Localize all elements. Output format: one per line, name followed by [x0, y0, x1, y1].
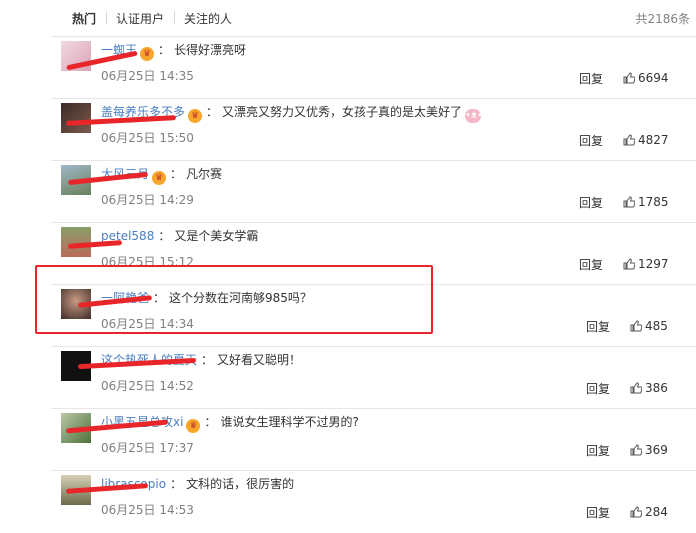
pig-emoji-icon: •ᴥ• [465, 109, 483, 123]
thumbs-up-icon [623, 258, 635, 270]
comment-time: 06月25日 14:35 [101, 69, 194, 83]
comment-time: 06月25日 17:37 [101, 441, 194, 455]
comment-item: librascopio：文科的话，很厉害的 06月25日 14:53 回复 28… [51, 470, 696, 533]
like-button[interactable]: 1785 [623, 195, 669, 209]
comment-line: petel588：又是个美女学霸 [101, 229, 259, 243]
comment-time: 06月25日 14:29 [101, 193, 194, 207]
crown-icon: ♛ [186, 419, 201, 433]
comment-item: 这个热死人的夏天：又好看又聪明！ 06月25日 14:52 回复 386 [51, 346, 696, 409]
reply-button[interactable]: 回复 [579, 132, 603, 149]
crown-icon: ♛ [188, 109, 203, 123]
tab-verified-users[interactable]: 认证用户 [116, 10, 164, 27]
thumbs-up-icon [623, 72, 635, 84]
comment-time: 06月25日 14:53 [101, 503, 194, 517]
like-button[interactable]: 485 [630, 319, 668, 333]
like-button[interactable]: 6694 [623, 71, 669, 85]
like-button[interactable]: 4827 [623, 133, 669, 147]
thumbs-up-icon [630, 506, 642, 518]
total-count: 共2186条 [635, 12, 690, 26]
comment-item: 一蜘王 ♛：长得好漂亮呀 06月25日 14:35 回复 6694 [51, 36, 696, 99]
like-button[interactable]: 1297 [623, 257, 669, 271]
like-button[interactable]: 284 [630, 505, 668, 519]
comment-text: 谁说女生理科学不过男的? [220, 415, 359, 429]
thumbs-up-icon [630, 444, 642, 456]
comment-text: 文科的话，很厉害的 [186, 477, 295, 491]
reply-button[interactable]: 回复 [586, 442, 610, 459]
avatar[interactable] [61, 103, 91, 133]
comment-text: 凡尔赛 [186, 167, 223, 181]
reply-button[interactable]: 回复 [586, 318, 610, 335]
crown-icon: ♛ [152, 171, 167, 185]
thumbs-up-icon [630, 320, 642, 332]
reply-button[interactable]: 回复 [579, 256, 603, 273]
comment-time: 06月25日 14:52 [101, 379, 194, 393]
tab-following[interactable]: 关注的人 [184, 10, 232, 27]
tab-hot[interactable]: 热门 [72, 10, 96, 27]
comment-text: 又是个美女学霸 [174, 229, 259, 243]
highlight-annotation [35, 265, 433, 334]
like-count: 369 [645, 443, 668, 457]
reply-button[interactable]: 回复 [579, 194, 603, 211]
comment-tabs: 热门 认证用户 关注的人 共2186条 [0, 0, 696, 36]
like-count: 284 [645, 505, 668, 519]
comment-text: 又好看又聪明！ [217, 353, 302, 367]
tab-divider [106, 11, 107, 24]
crown-icon: ♛ [140, 47, 155, 61]
like-button[interactable]: 369 [630, 443, 668, 457]
like-count: 1785 [638, 195, 669, 209]
thumbs-up-icon [630, 382, 642, 394]
like-button[interactable]: 386 [630, 381, 668, 395]
thumbs-up-icon [623, 134, 635, 146]
reply-button[interactable]: 回复 [579, 70, 603, 87]
thumbs-up-icon [623, 196, 635, 208]
comment-time: 06月25日 15:50 [101, 131, 194, 145]
like-count: 6694 [638, 71, 669, 85]
reply-button[interactable]: 回复 [586, 504, 610, 521]
like-count: 485 [645, 319, 668, 333]
like-count: 386 [645, 381, 668, 395]
tab-divider [174, 11, 175, 24]
comment-item: 盖每养乐多不多 ♛：又漂亮又努力又优秀，女孩子真的是太美好了 •ᴥ• 06月25日 … [51, 98, 696, 161]
comment-text: 又漂亮又努力又优秀，女孩子真的是太美好了 [222, 105, 463, 119]
reply-button[interactable]: 回复 [586, 380, 610, 397]
comment-item: 大风三月♛：凡尔赛 06月25日 14:29 回复 1785 [51, 160, 696, 223]
comment-item: 小黑五星总攻xi♛：谁说女生理科学不过男的? 06月25日 17:37 回复 3… [51, 408, 696, 471]
comment-text: 长得好漂亮呀 [174, 43, 247, 57]
like-count: 1297 [638, 257, 669, 271]
like-count: 4827 [638, 133, 669, 147]
